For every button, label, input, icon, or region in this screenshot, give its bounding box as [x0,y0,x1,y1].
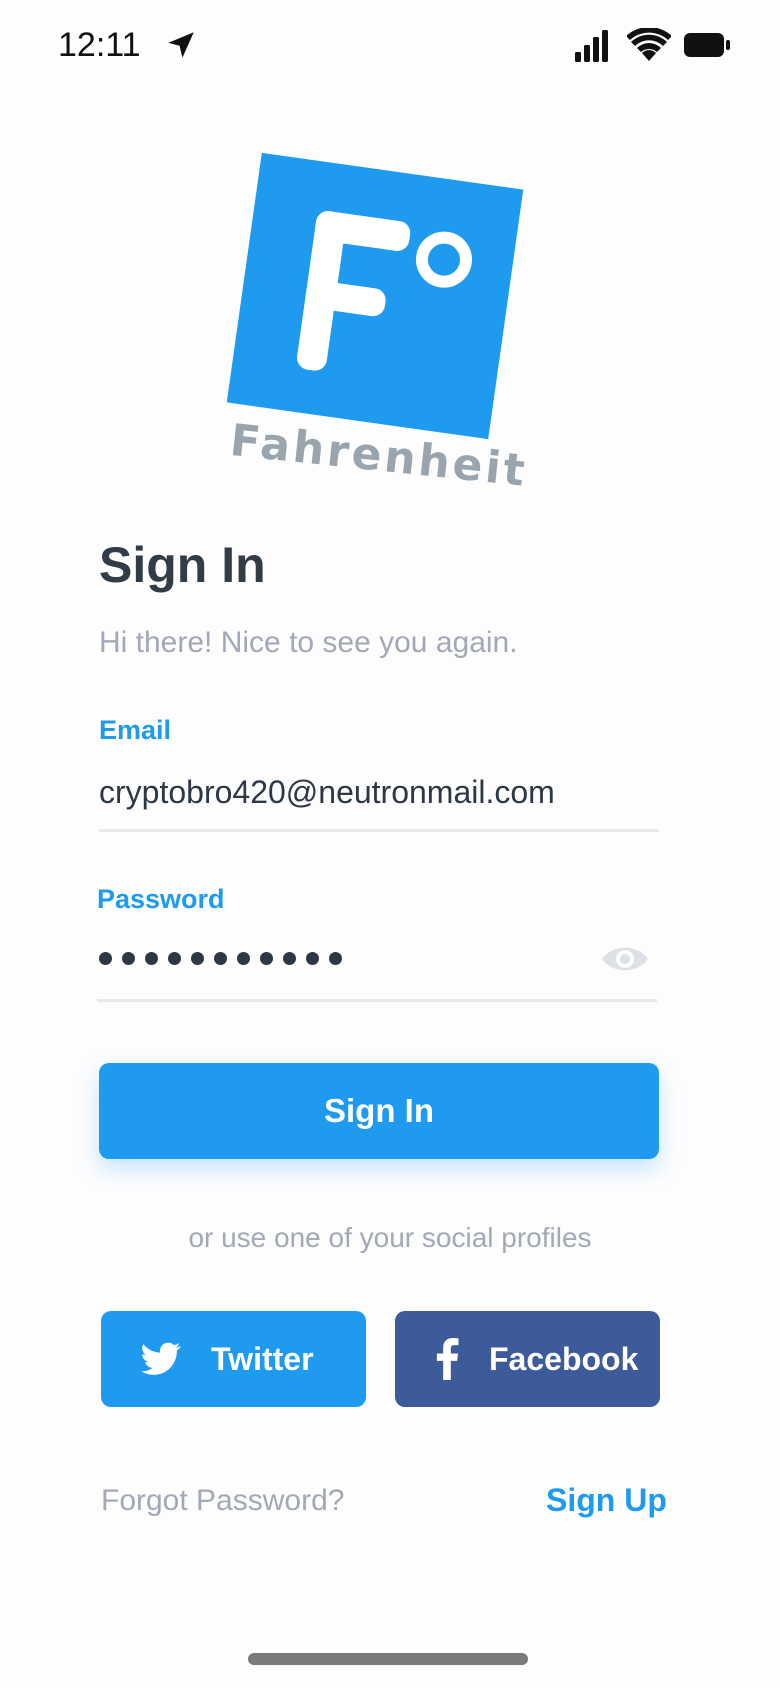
eye-icon[interactable] [600,940,650,978]
password-underline [97,999,657,1002]
forgot-password-link[interactable]: Forgot Password? [101,1484,344,1518]
status-time: 12:11 [58,26,141,64]
status-bar: 12:11 [0,0,780,95]
sign-in-button[interactable]: Sign In [99,1063,659,1159]
email-label: Email [99,715,172,745]
password-label: Password [97,884,225,914]
email-field[interactable]: cryptobro420@neutronmail.com [99,774,555,811]
social-prompt: or use one of your social profiles [188,1222,592,1253]
battery-icon [684,33,730,57]
fahrenheit-logo-icon [297,211,472,371]
twitter-button[interactable]: Twitter [101,1311,366,1407]
page-subtitle: Hi there! Nice to see you again. [99,626,518,659]
facebook-button[interactable]: Facebook [395,1311,660,1407]
home-indicator[interactable] [248,1653,528,1665]
email-underline [99,829,659,832]
facebook-button-label: Facebook [489,1340,639,1377]
facebook-f-icon [435,1338,459,1380]
twitter-bird-icon [141,1342,181,1376]
cellular-signal-icon [575,30,608,62]
page-title: Sign In [99,537,266,593]
sign-up-link[interactable]: Sign Up [546,1482,667,1519]
password-field[interactable] [99,952,342,965]
app-logo: Fahrenheit [225,152,545,500]
wifi-icon [627,28,671,61]
sign-in-button-label: Sign In [324,1092,434,1129]
twitter-button-label: Twitter [211,1340,314,1377]
location-arrow-icon [168,32,194,58]
